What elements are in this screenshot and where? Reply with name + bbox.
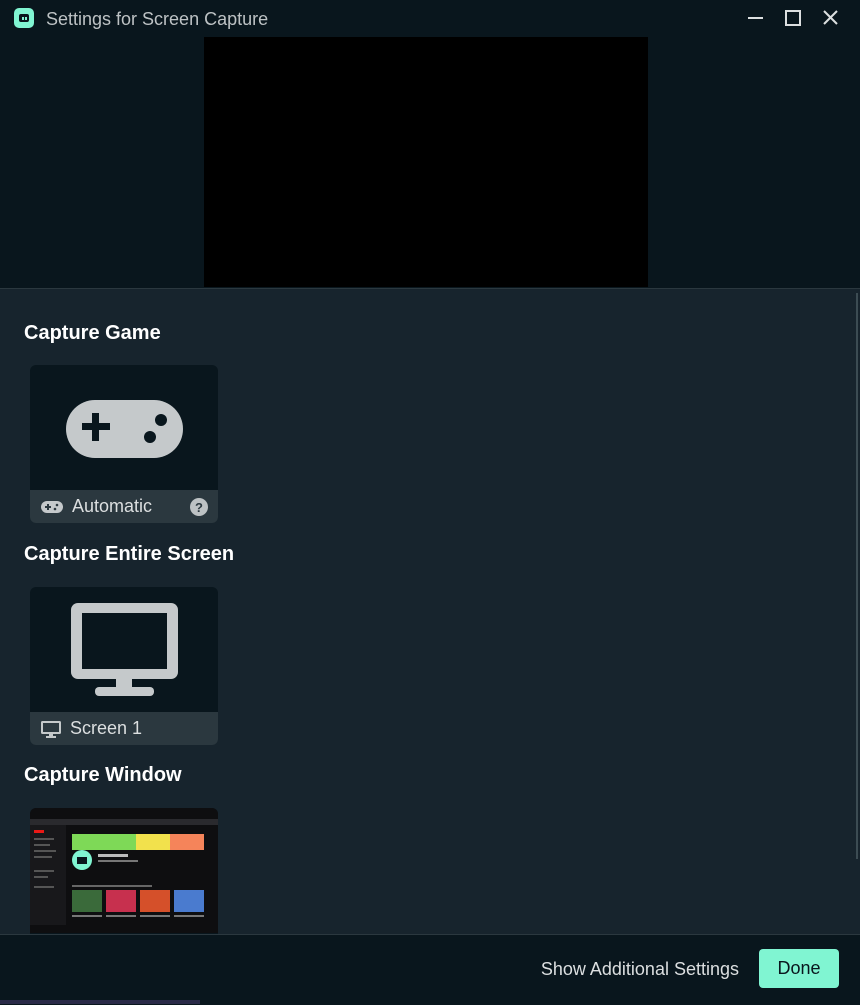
gamepad-small-icon — [40, 500, 64, 514]
maximize-button[interactable] — [780, 6, 806, 30]
show-additional-settings-button[interactable]: Show Additional Settings — [541, 959, 739, 980]
taskbar-strip — [0, 1000, 200, 1004]
scrollbar[interactable] — [852, 289, 858, 934]
source-preview — [204, 37, 648, 287]
card-footer: Automatic ? — [30, 490, 218, 523]
window-thumbnail — [30, 808, 218, 933]
card-thumbnail — [30, 365, 218, 490]
card-footer: Screen 1 — [30, 712, 218, 745]
monitor-small-icon — [40, 720, 62, 738]
card-label-automatic: Automatic — [72, 496, 153, 516]
card-thumbnail — [30, 587, 218, 712]
app-logo-icon — [14, 8, 34, 28]
section-title-capture-screen: Capture Entire Screen — [24, 543, 235, 565]
scrollbar-thumb[interactable] — [856, 293, 858, 859]
capture-game-card[interactable]: Automatic ? — [30, 365, 218, 523]
card-label-screen: Screen 1 — [70, 718, 143, 738]
capture-options-panel: Capture Game Automatic ? Capture Entire … — [0, 289, 860, 934]
window-title: Settings for Screen Capture — [46, 9, 269, 29]
title-bar: Settings for Screen Capture — [0, 0, 860, 37]
help-icon[interactable]: ? — [190, 498, 208, 516]
close-icon — [823, 10, 838, 25]
preview-area — [0, 37, 860, 289]
section-title-capture-game: Capture Game — [24, 322, 161, 344]
done-button[interactable]: Done — [759, 949, 839, 988]
section-title-capture-window: Capture Window — [24, 764, 182, 786]
maximize-icon — [785, 10, 801, 26]
monitor-icon — [71, 603, 178, 696]
capture-screen-card[interactable]: Screen 1 — [30, 587, 218, 745]
capture-window-card[interactable] — [30, 808, 218, 934]
gamepad-icon — [66, 400, 183, 458]
footer-bar: Show Additional Settings Done — [0, 934, 860, 1005]
minimize-button[interactable] — [742, 6, 768, 30]
close-button[interactable] — [817, 6, 843, 30]
minimize-icon — [748, 17, 763, 19]
